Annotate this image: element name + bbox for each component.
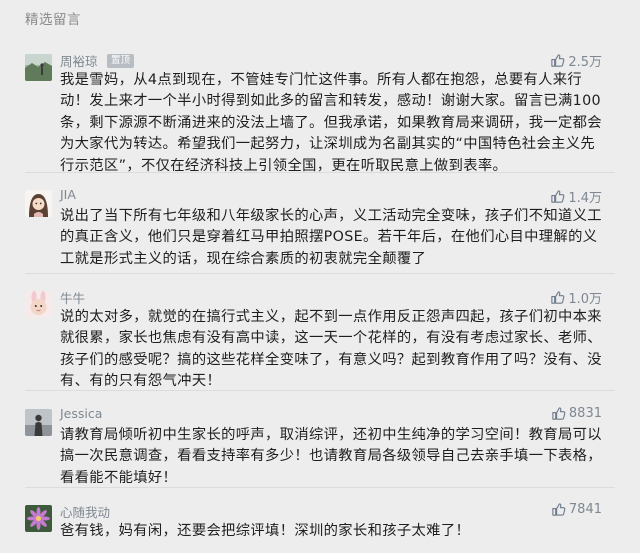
comment-nickname[interactable]: 心随我动 bbox=[60, 502, 110, 521]
thumbs-up-icon bbox=[552, 503, 566, 516]
like-count: 1.4万 bbox=[568, 191, 602, 206]
like-button[interactable]: 2.5万 bbox=[550, 51, 602, 70]
comment-nickname[interactable]: 周裕琼 bbox=[60, 51, 98, 70]
like-count: 2.5万 bbox=[568, 55, 602, 70]
comment-text: 说的太对多，就觉的在搞行式主义，起不到一点作用反正怨声四起，孩子们初中本来就很累… bbox=[60, 309, 602, 390]
cartoon-girl-avatar-icon[interactable] bbox=[25, 190, 52, 217]
comment-text: 请教育局倾听初中生家长的呼声，取消综评，还初中生纯净的学习空间！教育局可以搞一次… bbox=[60, 427, 602, 486]
comment-text: 我是雪妈，从4点到现在，不管娃专门忙这件事。所有人都在抱怨，总要有人来行动！发上… bbox=[60, 72, 602, 174]
divider bbox=[25, 273, 615, 274]
like-button[interactable]: 7841 bbox=[551, 502, 602, 517]
comment-text: 说出了当下所有七年级和八年级家长的心声，义工活动完全变味，孩子们不知道义工的真正… bbox=[60, 208, 602, 267]
thumbs-up-icon bbox=[551, 190, 565, 203]
divider bbox=[25, 172, 615, 173]
like-button[interactable]: 8831 bbox=[551, 406, 602, 421]
divider bbox=[25, 487, 615, 488]
flower-avatar-icon[interactable] bbox=[25, 505, 52, 532]
landscape-photo-avatar-icon[interactable] bbox=[25, 54, 52, 81]
divider bbox=[25, 390, 615, 391]
person-silhouette-avatar-icon[interactable] bbox=[25, 409, 52, 436]
thumbs-up-icon bbox=[551, 54, 565, 67]
like-button[interactable]: 1.4万 bbox=[550, 187, 602, 206]
cartoon-bunny-avatar-icon[interactable] bbox=[25, 291, 52, 318]
like-count: 1.0万 bbox=[568, 292, 602, 307]
thumbs-up-icon bbox=[552, 407, 566, 420]
like-count: 8831 bbox=[568, 406, 602, 421]
comment-nickname[interactable]: Jessica bbox=[60, 406, 102, 421]
like-button[interactable]: 1.0万 bbox=[550, 288, 602, 307]
pinned-badge: 置顶 bbox=[107, 54, 135, 68]
comment-nickname[interactable]: JIA bbox=[60, 187, 76, 202]
comment-nickname[interactable]: 牛牛 bbox=[60, 288, 85, 307]
like-count: 7841 bbox=[568, 502, 602, 517]
section-title: 精选留言 bbox=[25, 12, 81, 28]
comment-text: 爸有钱，妈有闲，还要会把综评填！深圳的家长和孩子太难了！ bbox=[60, 523, 471, 539]
thumbs-up-icon bbox=[551, 291, 565, 304]
